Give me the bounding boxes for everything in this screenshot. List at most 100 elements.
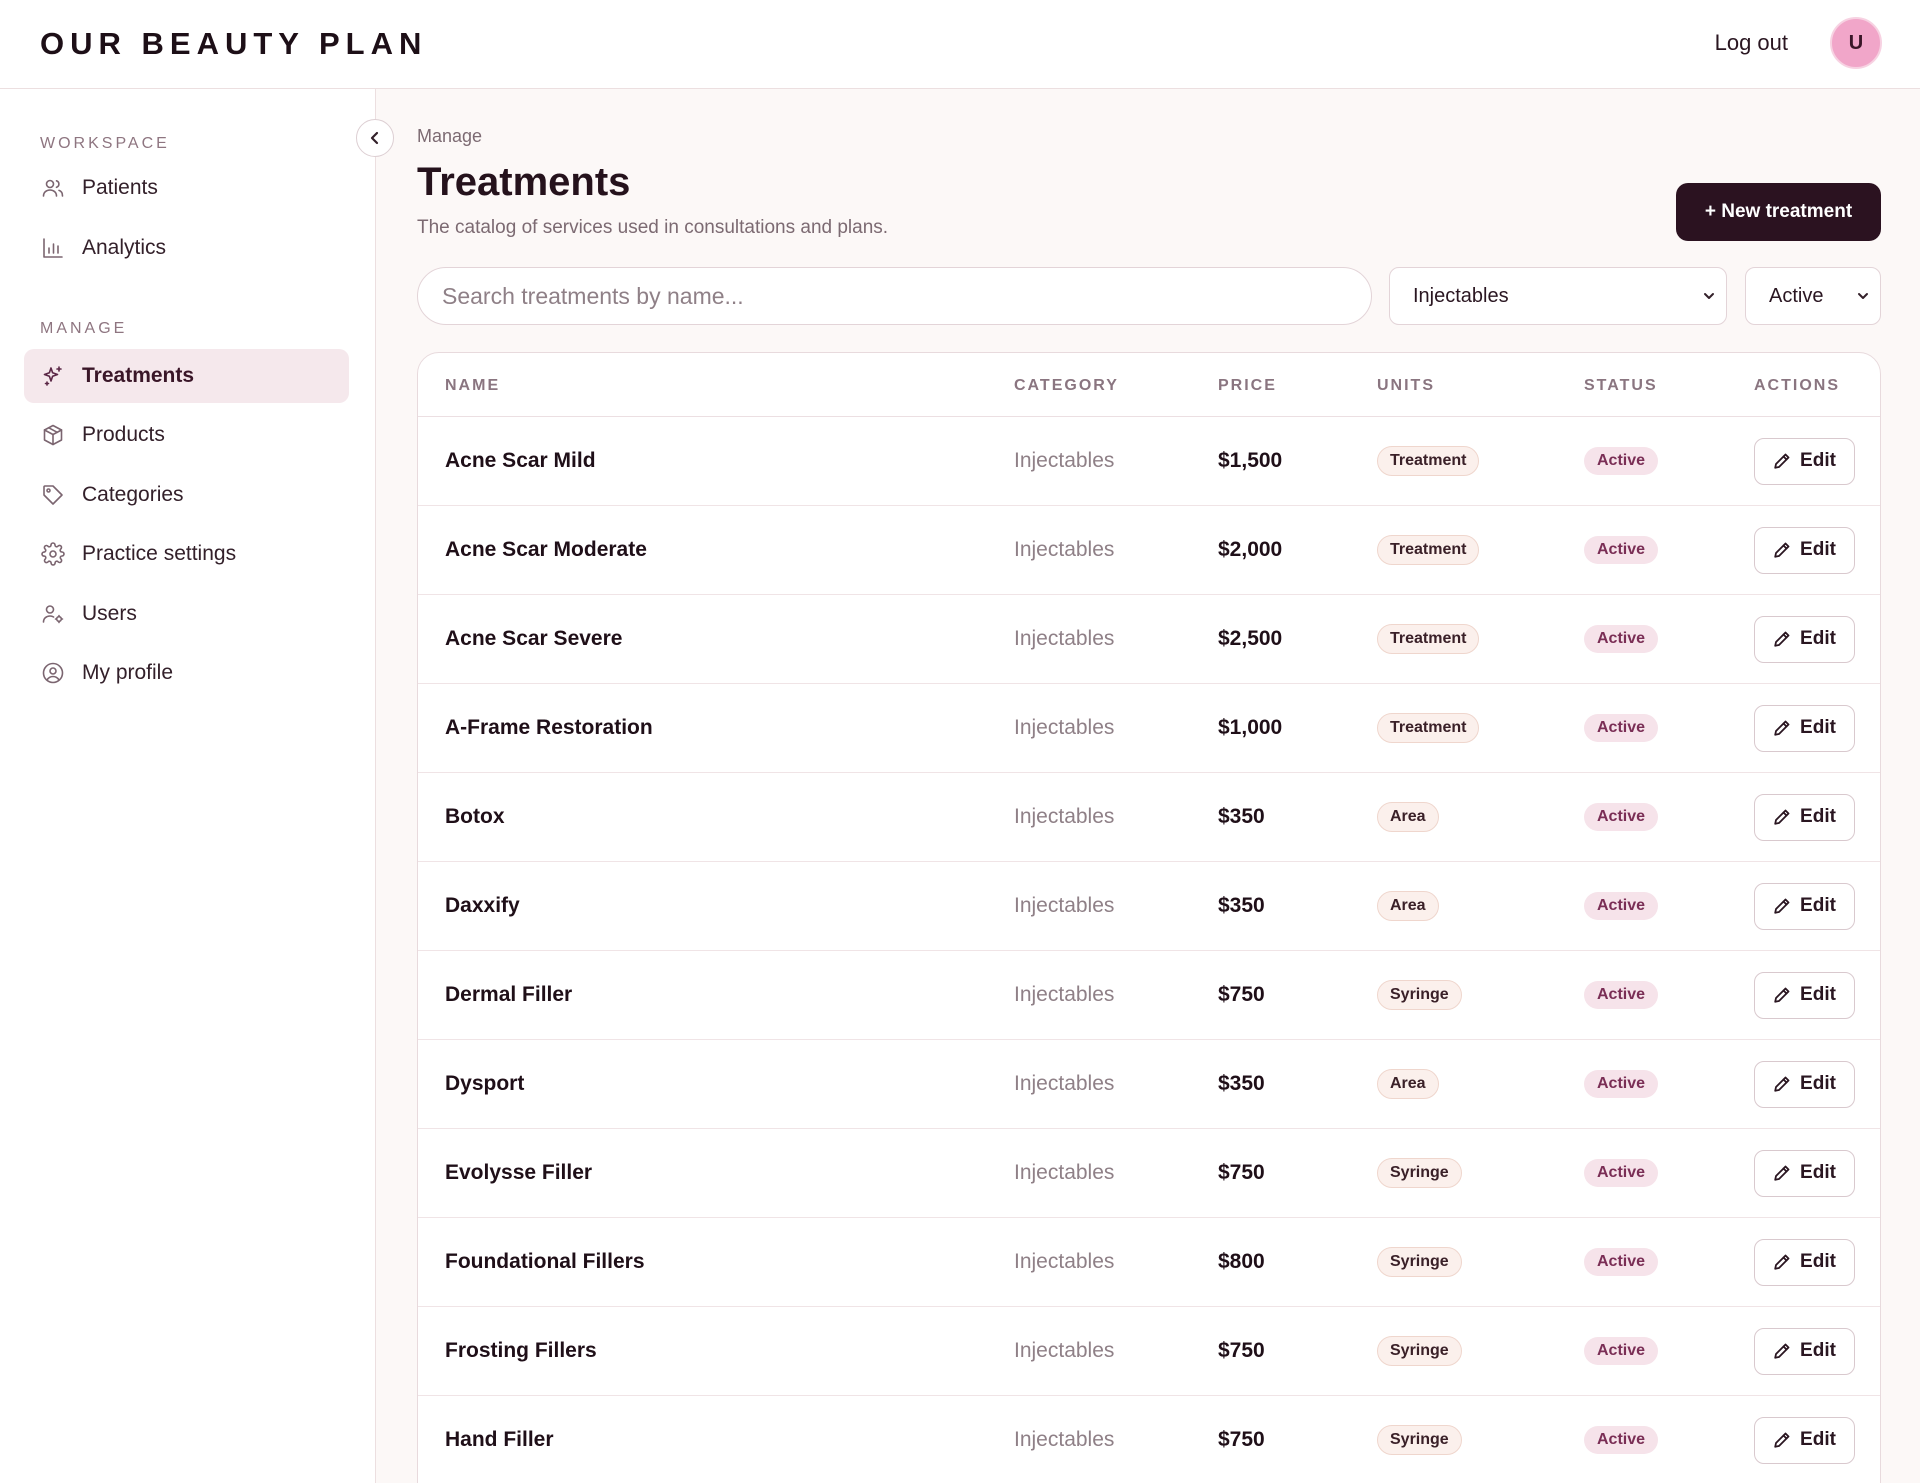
unit-badge: Area [1377, 891, 1439, 921]
edit-label: Edit [1800, 1073, 1836, 1094]
treatment-category: Injectables [1014, 1072, 1115, 1095]
sidebar-item-label: Patients [82, 176, 158, 199]
table-row: Acne Scar Mild Injectables $1,500 Treatment… [418, 417, 1880, 506]
breadcrumb[interactable]: Manage [417, 126, 482, 147]
status-select[interactable]: Active [1745, 267, 1881, 325]
collapse-sidebar-button[interactable] [356, 119, 394, 157]
sidebar-item-label: Analytics [82, 236, 167, 259]
sidebar-item-patients[interactable]: Patients [24, 161, 349, 215]
column-header-price[interactable]: PRICE [1218, 377, 1277, 395]
treatment-category: Injectables [1014, 538, 1115, 561]
edit-button[interactable]: Edit [1754, 1327, 1855, 1375]
edit-label: Edit [1800, 450, 1836, 471]
table-row: Acne Scar Moderate Injectables $2,000 Treat… [418, 506, 1880, 595]
sidebar-item-treatments[interactable]: Treatments [24, 349, 349, 403]
status-cell: Active [1584, 417, 1659, 505]
units-cell: Syringe [1377, 1218, 1462, 1306]
table-row: Evolysse Filler Injectables $750 Syringe Act… [418, 1129, 1880, 1218]
actions-cell: Edit [1754, 951, 1855, 1039]
treatment-category: Injectables [1014, 627, 1115, 650]
edit-button[interactable]: Edit [1754, 615, 1855, 663]
column-header-units[interactable]: UNITS [1377, 377, 1435, 395]
treatment-category: Injectables [1014, 449, 1115, 472]
status-cell: Active [1584, 1396, 1659, 1483]
user-cog-icon [40, 601, 66, 627]
treatment-price: $1,000 [1218, 716, 1283, 739]
status-badge: Active [1584, 1426, 1659, 1454]
edit-button[interactable]: Edit [1754, 1416, 1855, 1464]
sidebar-item-label: Practice settings [82, 542, 237, 565]
status-cell: Active [1584, 684, 1659, 772]
actions-cell: Edit [1754, 684, 1855, 772]
actions-cell: Edit [1754, 1218, 1855, 1306]
unit-badge: Area [1377, 1069, 1439, 1099]
edit-label: Edit [1800, 1340, 1836, 1361]
treatment-name: Botox [445, 805, 505, 828]
edit-label: Edit [1800, 895, 1836, 916]
treatment-name: Evolysse Filler [445, 1161, 593, 1184]
edit-label: Edit [1800, 1251, 1836, 1272]
treatment-name: Dermal Filler [445, 983, 573, 1006]
logout-link[interactable]: Log out [1715, 30, 1788, 56]
sidebar-item-users[interactable]: Users [24, 587, 349, 641]
edit-button[interactable]: Edit [1754, 1149, 1855, 1197]
sidebar-item-categories[interactable]: Categories [24, 468, 349, 522]
tag-icon [40, 482, 66, 508]
treatment-price: $750 [1218, 983, 1265, 1006]
unit-badge: Syringe [1377, 1425, 1462, 1455]
sidebar-item-my-profile[interactable]: My profile [24, 646, 349, 700]
edit-button[interactable]: Edit [1754, 1060, 1855, 1108]
table-row: Frosting Fillers Injectables $750 Syringe Ac… [418, 1307, 1880, 1396]
pencil-icon [1774, 631, 1790, 647]
column-header-status[interactable]: STATUS [1584, 377, 1658, 395]
sidebar: WORKSPACE Patients Analytics MANAGE Trea… [0, 89, 376, 1483]
new-treatment-button[interactable]: + New treatment [1676, 183, 1881, 241]
pencil-icon [1774, 542, 1790, 558]
pencil-icon [1774, 809, 1790, 825]
avatar[interactable]: U [1830, 17, 1882, 69]
edit-button[interactable]: Edit [1754, 882, 1855, 930]
category-select[interactable]: Injectables [1389, 267, 1727, 325]
edit-button[interactable]: Edit [1754, 793, 1855, 841]
pencil-icon [1774, 898, 1790, 914]
units-cell: Syringe [1377, 1129, 1462, 1217]
column-header-name[interactable]: NAME [445, 377, 500, 395]
table-row: Dermal Filler Injectables $750 Syringe Activ… [418, 951, 1880, 1040]
package-icon [40, 422, 66, 448]
table-row: A-Frame Restoration Injectables $1,000 Trea… [418, 684, 1880, 773]
sidebar-item-practice-settings[interactable]: Practice settings [24, 527, 349, 581]
actions-cell: Edit [1754, 862, 1855, 950]
sidebar-item-label: Categories [82, 483, 184, 506]
edit-button[interactable]: Edit [1754, 526, 1855, 574]
units-cell: Treatment [1377, 417, 1480, 505]
edit-button[interactable]: Edit [1754, 971, 1855, 1019]
column-header-category[interactable]: CATEGORY [1014, 377, 1119, 395]
brand-logo[interactable]: OUR BEAUTY PLAN [40, 26, 427, 62]
top-bar: OUR BEAUTY PLAN Log out U [0, 0, 1920, 89]
unit-badge: Syringe [1377, 1158, 1462, 1188]
actions-cell: Edit [1754, 417, 1855, 505]
pencil-icon [1774, 720, 1790, 736]
edit-button[interactable]: Edit [1754, 437, 1855, 485]
treatment-category: Injectables [1014, 894, 1115, 917]
sidebar-item-products[interactable]: Products [24, 408, 349, 462]
sidebar-item-label: Products [82, 423, 165, 446]
treatment-name: A-Frame Restoration [445, 716, 653, 739]
treatment-name: Foundational Fillers [445, 1250, 645, 1273]
edit-label: Edit [1800, 806, 1836, 827]
status-cell: Active [1584, 1307, 1659, 1395]
bar-chart-icon [40, 235, 66, 261]
edit-button[interactable]: Edit [1754, 1238, 1855, 1286]
edit-button[interactable]: Edit [1754, 704, 1855, 752]
treatment-category: Injectables [1014, 1250, 1115, 1273]
status-badge: Active [1584, 1337, 1659, 1365]
status-badge: Active [1584, 1070, 1659, 1098]
treatment-category: Injectables [1014, 805, 1115, 828]
table-row: Botox Injectables $350 Area Active Edit [418, 773, 1880, 862]
search-input[interactable] [417, 267, 1372, 325]
sidebar-item-analytics[interactable]: Analytics [24, 221, 349, 275]
units-cell: Area [1377, 1040, 1439, 1128]
treatment-category: Injectables [1014, 1339, 1115, 1362]
edit-label: Edit [1800, 1162, 1836, 1183]
unit-badge: Treatment [1377, 713, 1480, 743]
